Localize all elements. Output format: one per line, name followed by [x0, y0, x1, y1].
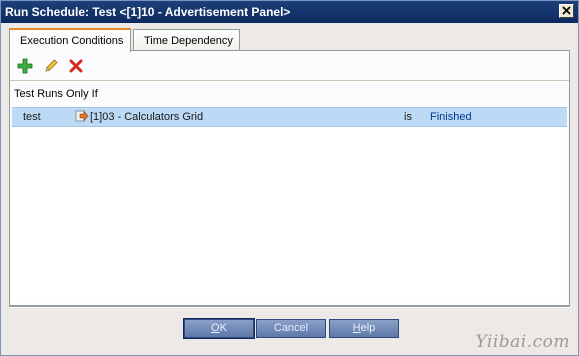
close-button[interactable]	[559, 4, 574, 18]
help-button[interactable]: Help	[329, 319, 399, 338]
tab-label: Execution Conditions	[20, 35, 124, 47]
test-run-arrow-icon	[75, 109, 89, 124]
table-row[interactable]: test [1]03 - Calculators Grid is Finishe…	[12, 107, 567, 127]
tab-label: Time Dependency	[144, 35, 233, 47]
cancel-label: Cancel	[273, 322, 309, 334]
execution-conditions-panel: Test Runs Only If test [1]03 - Calculato…	[9, 50, 570, 306]
ok-button[interactable]: OK	[183, 318, 255, 339]
cancel-button[interactable]: Cancel	[256, 319, 326, 338]
close-icon	[562, 6, 571, 15]
toolbar	[10, 54, 569, 81]
edit-condition-button[interactable]	[43, 58, 61, 76]
section-label: Test Runs Only If	[14, 88, 98, 100]
conditions-grid: test [1]03 - Calculators Grid is Finishe…	[12, 103, 567, 303]
ok-label-rest: K	[219, 322, 227, 334]
window-title: Run Schedule: Test <[1]10 - Advertisemen…	[5, 5, 291, 19]
row-target-test: [1]03 - Calculators Grid	[90, 111, 204, 123]
divider	[9, 306, 570, 308]
help-mnemonic: H	[352, 322, 361, 334]
ok-mnemonic: O	[211, 322, 220, 334]
row-operator: is	[404, 111, 412, 123]
run-schedule-dialog: Run Schedule: Test <[1]10 - Advertisemen…	[0, 0, 579, 356]
tab-time-dependency[interactable]: Time Dependency	[133, 29, 240, 51]
row-test-name: test	[23, 111, 41, 123]
edit-icon	[45, 59, 58, 72]
add-condition-button[interactable]	[17, 58, 35, 76]
add-icon	[17, 58, 33, 74]
tab-execution-conditions[interactable]: Execution Conditions	[9, 28, 131, 52]
title-bar[interactable]: Run Schedule: Test <[1]10 - Advertisemen…	[1, 1, 578, 23]
row-status: Finished	[430, 111, 472, 123]
watermark: Yiibai.com	[475, 332, 570, 352]
help-label-rest: elp	[360, 322, 376, 334]
delete-icon	[69, 59, 83, 73]
delete-condition-button[interactable]	[68, 58, 86, 76]
